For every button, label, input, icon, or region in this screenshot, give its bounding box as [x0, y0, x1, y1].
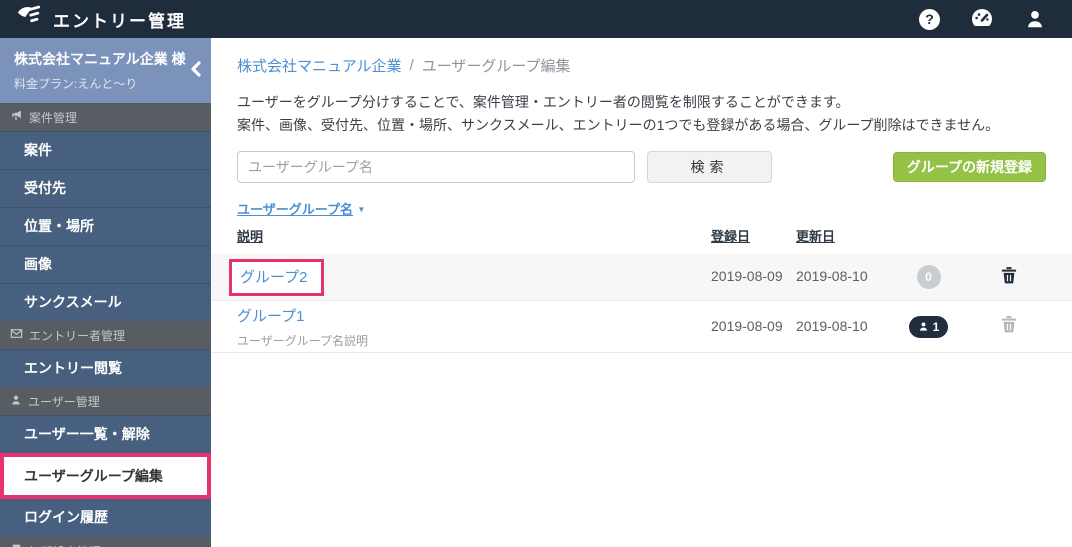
sidebar-item-thanks-mail[interactable]: サンクスメール	[0, 283, 211, 321]
page-description: ユーザーをグループ分けすることで、案件管理・エントリー者の閲覧を制限することがで…	[237, 91, 1046, 137]
description-line-1: ユーザーをグループ分けすることで、案件管理・エントリー者の閲覧を制限することがで…	[237, 94, 850, 110]
column-description-label: 説明	[237, 229, 264, 244]
sidebar: 株式会社マニュアル企業 様 料金プラン:えんと〜り 案件管理 案件 受付先 位置…	[0, 38, 211, 547]
breadcrumb-current: ユーザーグループ編集	[421, 58, 571, 75]
user-account-icon[interactable]	[1024, 8, 1046, 30]
group-name-link[interactable]: グループ1	[237, 308, 304, 325]
sidebar-item-location[interactable]: 位置・場所	[0, 207, 211, 245]
company-name: 株式会社マニュアル企業 様	[14, 51, 186, 67]
sidebar-section-entrants: エントリー者管理	[0, 321, 211, 349]
column-registered-label: 登録日	[711, 229, 751, 244]
breadcrumb-separator: /	[409, 57, 414, 74]
breadcrumb-company-link[interactable]: 株式会社マニュアル企業	[237, 55, 402, 76]
sidebar-collapse-icon[interactable]	[189, 60, 203, 81]
delete-group-icon[interactable]	[999, 264, 1019, 289]
sidebar-item-login-history[interactable]: ログイン履歴	[0, 499, 211, 537]
description-line-2: 案件、画像、受付先、位置・場所、サンクスメール、エントリーの1つでも登録がある場…	[237, 117, 1000, 133]
member-count-badge[interactable]: 1	[908, 315, 949, 338]
app-logo: エントリー管理	[14, 4, 186, 35]
registered-date: 2019-08-09	[711, 317, 783, 334]
sort-group-name-link[interactable]: ユーザーグループ名	[237, 202, 353, 217]
delete-group-icon[interactable]	[999, 313, 1019, 338]
sidebar-section-users: ユーザー管理	[0, 387, 211, 415]
updated-date: 2019-08-10	[796, 317, 868, 334]
sidebar-section-projects: 案件管理	[0, 103, 211, 131]
help-icon[interactable]: ?	[919, 8, 940, 30]
highlight-annotation-group2: グループ2	[229, 258, 325, 296]
table-row: グループ1 ユーザーグループ名説明 2019-08-09 2019-08-10 …	[211, 301, 1072, 353]
wing-logo-icon	[14, 4, 44, 35]
sidebar-item-reception[interactable]: 受付先	[0, 169, 211, 207]
highlight-annotation-sidebar: ユーザーグループ編集	[0, 453, 211, 499]
top-navbar: エントリー管理 ?	[0, 0, 1072, 38]
search-button[interactable]: 検索	[647, 151, 772, 183]
search-toolbar: 検索 グループの新規登録	[237, 151, 1046, 183]
megaphone-icon	[10, 109, 23, 125]
sidebar-item-projects[interactable]: 案件	[0, 131, 211, 169]
envelope-icon	[10, 327, 23, 343]
main-content: 株式会社マニュアル企業 / ユーザーグループ編集 ユーザーをグループ分けすること…	[211, 38, 1072, 547]
user-icon	[10, 394, 22, 409]
sort-caret-icon: ▼	[357, 205, 366, 214]
sidebar-section-initial-settings: 初期設定管理	[0, 537, 211, 547]
dashboard-gauge-icon[interactable]	[970, 7, 994, 31]
topbar-icons: ?	[919, 7, 1058, 31]
group-name-link[interactable]: グループ2	[240, 269, 307, 286]
group-name-search-input[interactable]	[237, 151, 635, 183]
member-icon	[919, 322, 927, 331]
breadcrumb: 株式会社マニュアル企業 / ユーザーグループ編集	[237, 55, 1046, 76]
sidebar-company-header: 株式会社マニュアル企業 様 料金プラン:えんと〜り	[0, 38, 211, 103]
member-count-badge: 0	[916, 265, 941, 289]
table-header: ユーザーグループ名 ▼ 説明 登録日 更新日	[237, 199, 1046, 246]
sidebar-item-user-list[interactable]: ユーザー一覧・解除	[0, 415, 211, 453]
sidebar-item-entry-view[interactable]: エントリー閲覧	[0, 349, 211, 387]
sidebar-item-user-group-edit[interactable]: ユーザーグループ編集	[4, 457, 207, 495]
app-title: エントリー管理	[53, 11, 186, 31]
sidebar-item-images[interactable]: 画像	[0, 245, 211, 283]
book-icon	[10, 543, 23, 547]
group-description: ユーザーグループ名説明	[237, 333, 369, 348]
updated-date: 2019-08-10	[796, 268, 868, 284]
table-row: グループ2 2019-08-09 2019-08-10 0	[211, 254, 1072, 301]
plan-label: 料金プラン:えんと〜り	[14, 77, 138, 91]
registered-date: 2019-08-09	[711, 268, 783, 284]
new-group-button[interactable]: グループの新規登録	[892, 152, 1046, 182]
column-updated-label: 更新日	[796, 229, 836, 244]
